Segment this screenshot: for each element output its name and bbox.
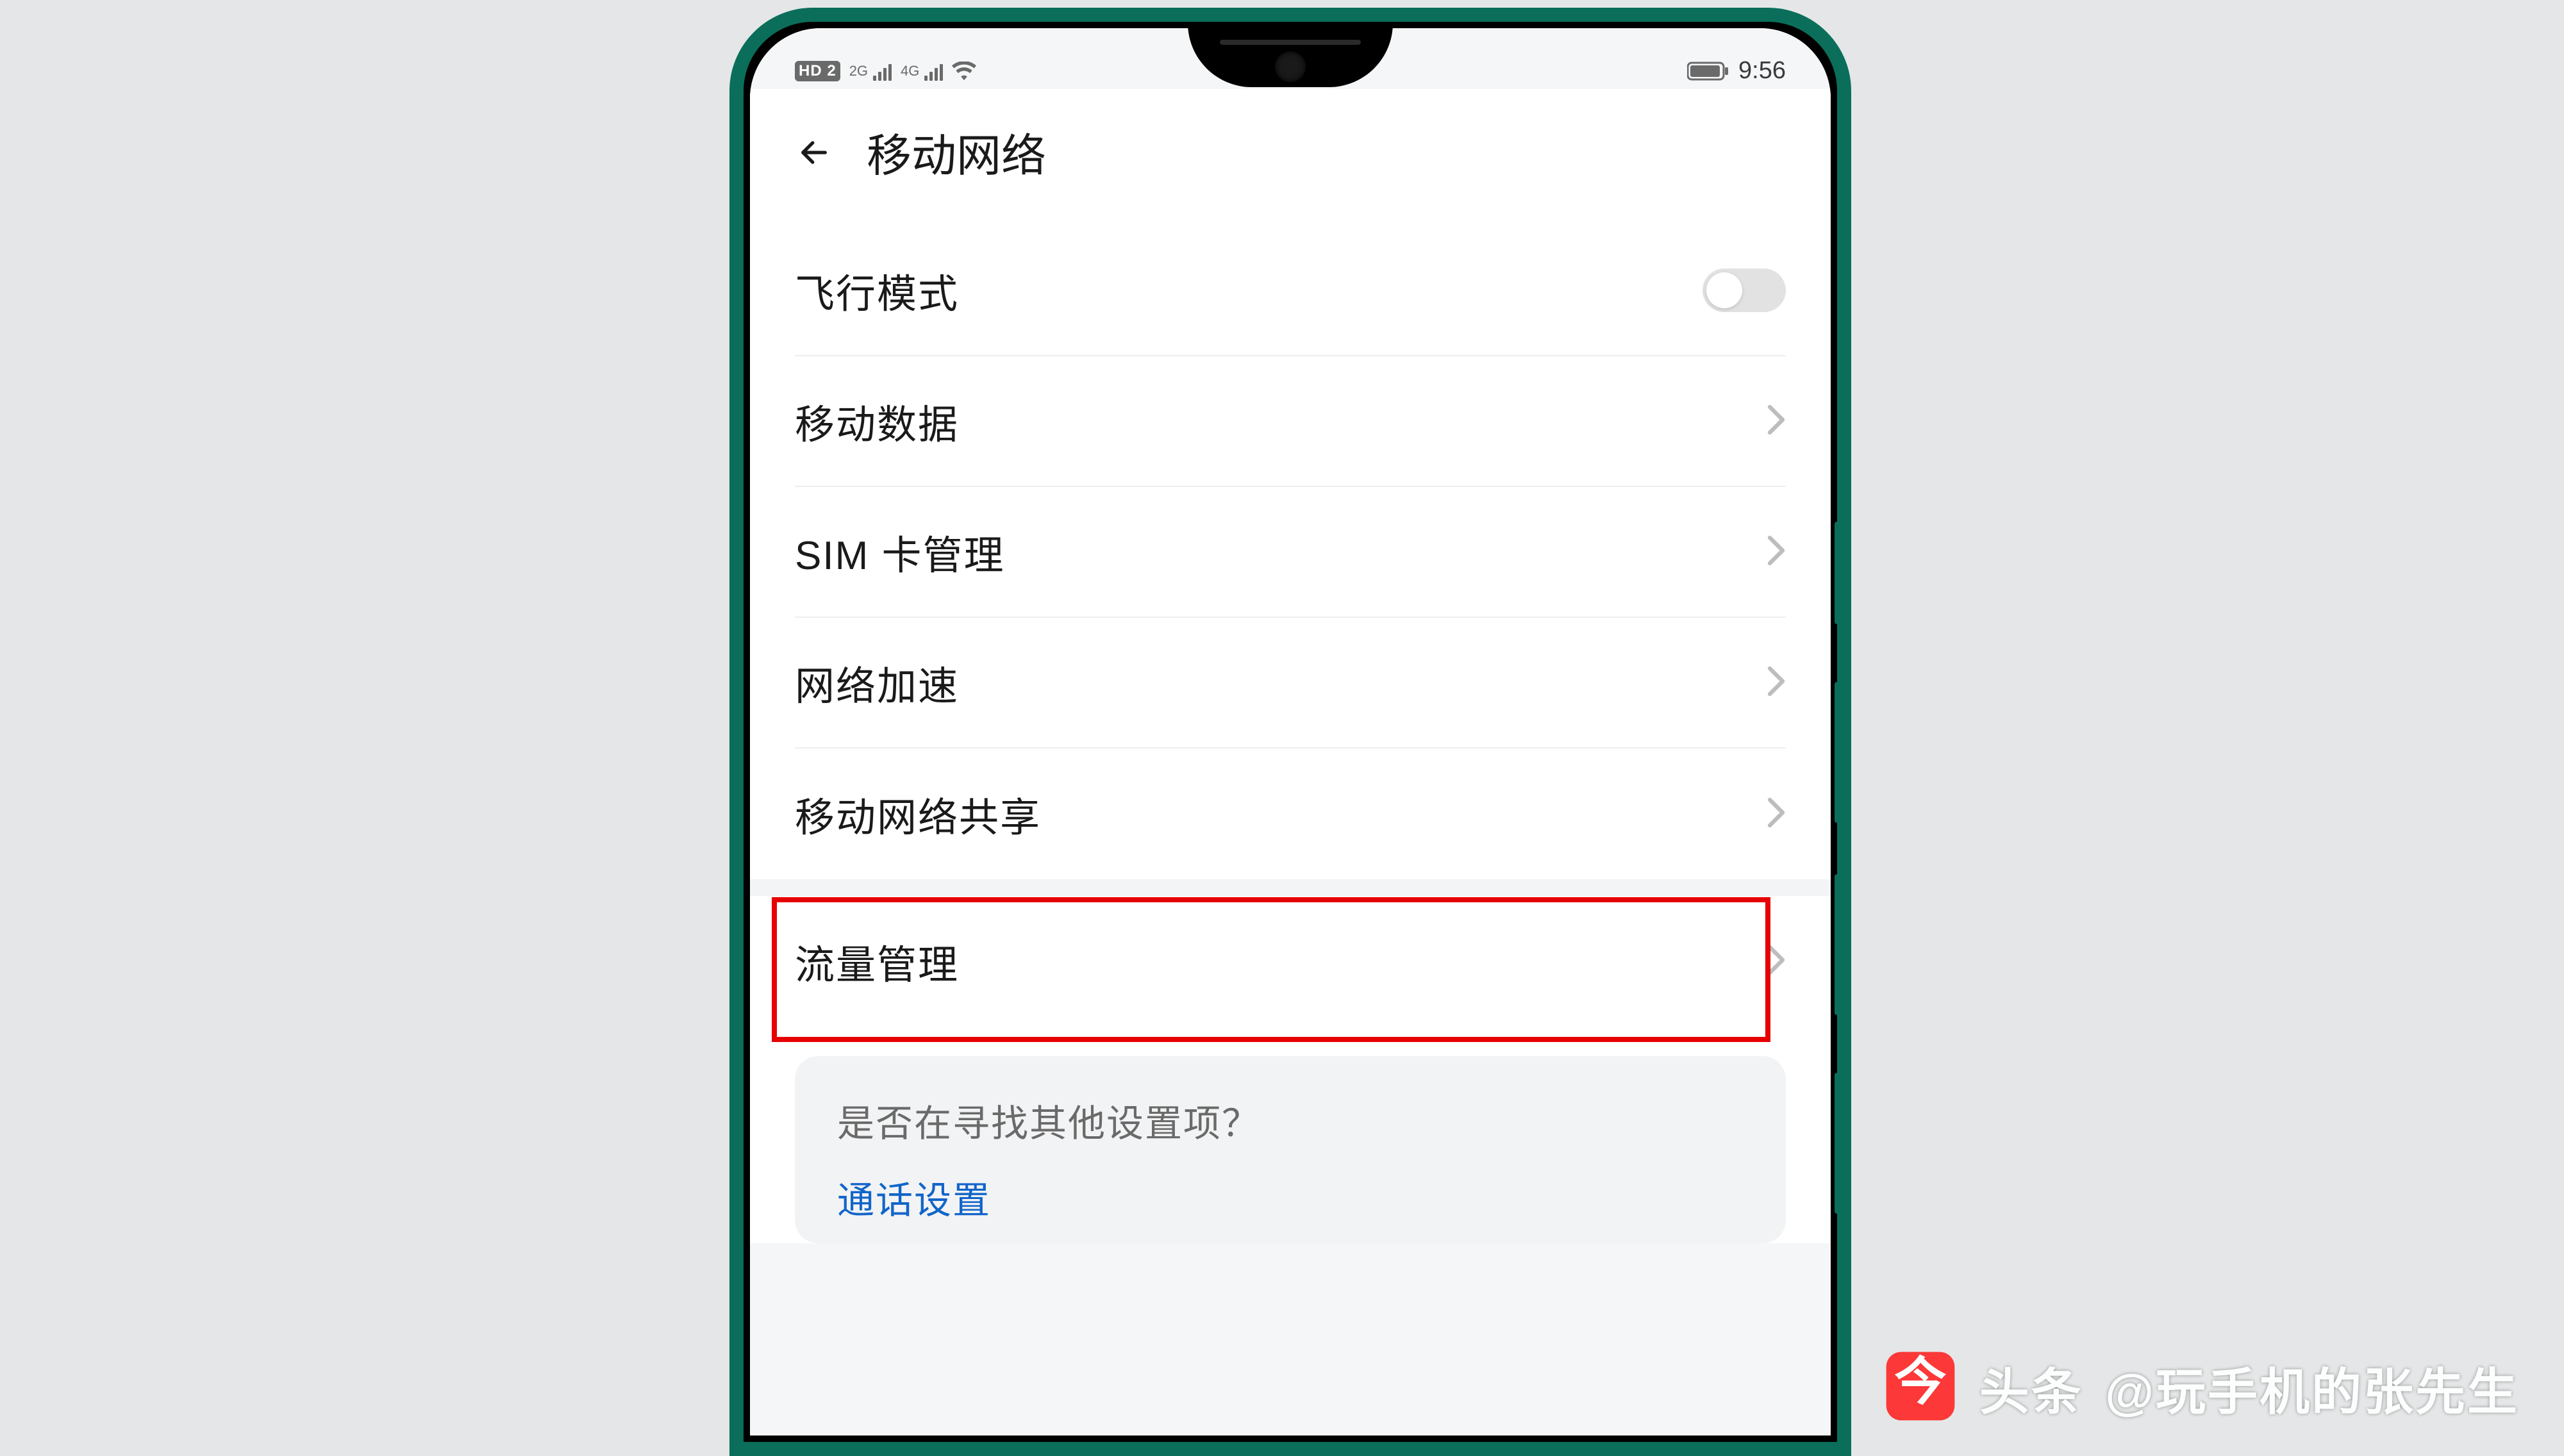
- row-label: 移动网络共享: [795, 785, 1041, 843]
- wifi-icon: [952, 62, 976, 81]
- signal-bars-1-icon: [873, 62, 892, 81]
- net1-label: 2G: [849, 63, 868, 79]
- chevron-right-icon: [1767, 797, 1786, 832]
- phone-frame: HD 2 2G 4G 9:56 移动网络: [729, 8, 1851, 1456]
- row-network-acceleration[interactable]: 网络加速: [795, 618, 1786, 749]
- status-right: 9:56: [1687, 57, 1786, 85]
- status-clock: 9:56: [1738, 57, 1786, 85]
- row-tethering[interactable]: 移动网络共享: [795, 749, 1786, 879]
- row-data-usage[interactable]: 流量管理: [795, 896, 1786, 1027]
- chevron-right-icon: [1767, 534, 1786, 570]
- title-row: 移动网络: [750, 89, 1831, 226]
- net2-label: 4G: [901, 63, 919, 79]
- section-gap: [750, 879, 1831, 896]
- settings-list: 飞行模式 移动数据 SIM 卡管理 网络加速: [750, 226, 1831, 879]
- toutiao-logo-icon: 今: [1883, 1349, 1958, 1427]
- svg-text:今: 今: [1894, 1353, 1946, 1411]
- signal-bars-2-icon: [924, 62, 943, 81]
- row-mobile-data[interactable]: 移动数据: [795, 356, 1786, 487]
- status-left: HD 2 2G 4G: [795, 61, 976, 81]
- page-title: 移动网络: [867, 120, 1046, 185]
- side-button: [1835, 682, 1842, 823]
- side-button: [1835, 874, 1842, 1015]
- phone-speaker: [1220, 40, 1361, 45]
- hint-link-call-settings[interactable]: 通话设置: [837, 1170, 1744, 1224]
- back-button[interactable]: [795, 133, 833, 172]
- chevron-right-icon: [1767, 665, 1786, 700]
- watermark-brand: 头条: [1979, 1352, 2083, 1424]
- search-hint-card: 是否在寻找其他设置项？ 通话设置: [795, 1056, 1786, 1243]
- row-airplane-mode[interactable]: 飞行模式: [795, 226, 1786, 356]
- hd-badge: HD 2: [795, 61, 840, 81]
- settings-list-2: 流量管理: [750, 896, 1831, 1027]
- watermark-handle: @玩手机的张先生: [2105, 1352, 2519, 1424]
- chevron-right-icon: [1767, 404, 1786, 439]
- chevron-right-icon: [1767, 944, 1786, 979]
- row-label: 网络加速: [795, 654, 959, 711]
- battery-icon: [1687, 61, 1729, 81]
- row-label: 移动数据: [795, 392, 959, 450]
- row-sim-management[interactable]: SIM 卡管理: [795, 487, 1786, 618]
- side-button: [1835, 1073, 1842, 1214]
- airplane-toggle[interactable]: [1702, 269, 1786, 312]
- row-label: 飞行模式: [795, 261, 959, 319]
- app-content: 移动网络 飞行模式 移动数据 SIM 卡管理: [750, 89, 1831, 1243]
- screen: HD 2 2G 4G 9:56 移动网络: [750, 28, 1831, 1435]
- side-button: [1835, 522, 1842, 624]
- row-label: 流量管理: [795, 932, 959, 990]
- hint-question: 是否在寻找其他设置项？: [837, 1093, 1744, 1147]
- watermark: 今 头条 @玩手机的张先生: [1883, 1349, 2519, 1427]
- arrow-left-icon: [797, 136, 831, 169]
- row-label: SIM 卡管理: [795, 523, 1004, 581]
